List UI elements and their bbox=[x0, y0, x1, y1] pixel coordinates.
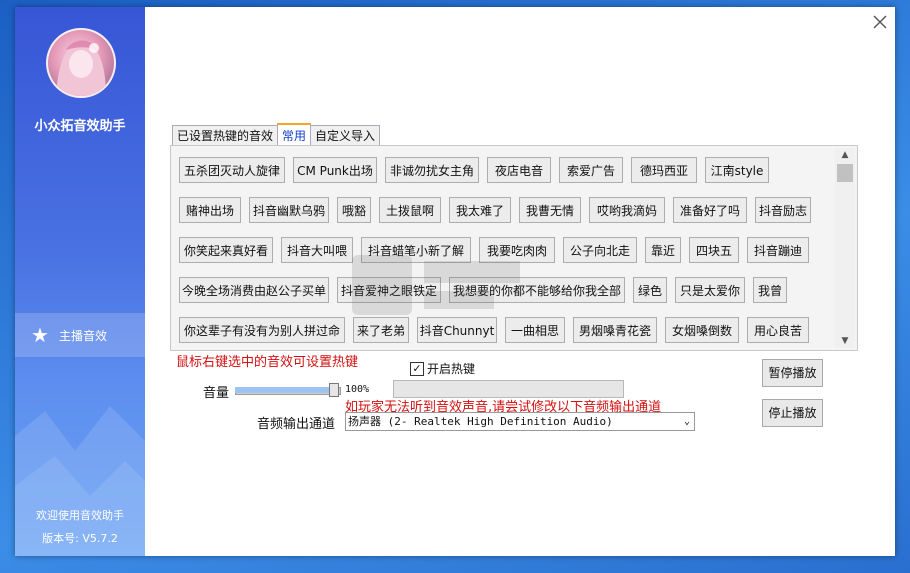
output-device-select[interactable]: 扬声器 (2- Realtek High Definition Audio) ⌄ bbox=[345, 412, 695, 431]
sound-button[interactable]: 夜店电音 bbox=[487, 157, 551, 183]
sound-button[interactable]: 抖音蜡笔小新了解 bbox=[361, 237, 471, 263]
hotkey-toggle[interactable]: ✓ 开启热键 bbox=[410, 360, 475, 377]
sound-panel: 五杀团灭动人旋律 CM Punk出场 非诚勿扰女主角 夜店电音 索爱广告 德玛西… bbox=[170, 145, 858, 351]
sound-button[interactable]: 你笑起来真好看 bbox=[179, 237, 273, 263]
tab-strip: 已设置热键的音效 常用 自定义导入 bbox=[172, 123, 381, 147]
panel-scrollbar[interactable]: ▲ ▼ bbox=[835, 148, 855, 348]
volume-label: 音量 bbox=[203, 386, 230, 401]
close-button[interactable] bbox=[871, 13, 889, 31]
scroll-up-icon[interactable]: ▲ bbox=[835, 148, 855, 162]
stop-button[interactable]: 停止播放 bbox=[762, 399, 823, 427]
sound-button[interactable]: 抖音幽默乌鸦 bbox=[249, 197, 329, 223]
sound-button[interactable]: 我要吃肉肉 bbox=[479, 237, 555, 263]
scroll-down-icon[interactable]: ▼ bbox=[835, 334, 855, 348]
volume-fill bbox=[235, 387, 329, 393]
close-icon bbox=[873, 15, 887, 29]
sound-button[interactable]: 你这辈子有没有为别人拼过命 bbox=[179, 317, 345, 343]
sound-button[interactable]: 四块五 bbox=[689, 237, 739, 263]
sound-button[interactable]: 我太难了 bbox=[449, 197, 511, 223]
sound-button[interactable]: 抖音大叫喂 bbox=[281, 237, 353, 263]
pause-button[interactable]: 暂停播放 bbox=[762, 359, 823, 387]
sound-button[interactable]: 索爱广告 bbox=[559, 157, 623, 183]
sound-button[interactable]: 绿色 bbox=[633, 277, 667, 303]
version-text: 版本号: V5.7.2 bbox=[42, 532, 118, 545]
sound-button-grid: 五杀团灭动人旋律 CM Punk出场 非诚勿扰女主角 夜店电音 索爱广告 德玛西… bbox=[179, 154, 834, 348]
sound-button[interactable]: 一曲相思 bbox=[505, 317, 565, 343]
volume-value: 100% bbox=[345, 384, 370, 395]
sidebar: 小众拓音效助手 ★ 主播音效 欢迎使用音效助手 版本号: V5.7.2 bbox=[15, 7, 145, 556]
sound-button[interactable]: 哦豁 bbox=[337, 197, 371, 223]
sound-button[interactable]: CM Punk出场 bbox=[293, 157, 377, 183]
hotkey-hint: 鼠标右键选中的音效可设置热键 bbox=[176, 355, 359, 370]
sound-button[interactable]: 只是太爱你 bbox=[675, 277, 745, 303]
chevron-down-icon: ⌄ bbox=[683, 416, 690, 427]
sound-button[interactable]: 哎哟我滴妈 bbox=[589, 197, 665, 223]
app-name: 小众拓音效助手 bbox=[34, 119, 126, 134]
sound-button[interactable]: 用心良苦 bbox=[747, 317, 809, 343]
hotkey-label: 开启热键 bbox=[427, 362, 476, 376]
star-icon: ★ bbox=[31, 323, 49, 347]
sidebar-item-anchor-sounds[interactable]: ★ 主播音效 bbox=[15, 313, 145, 357]
tab-common[interactable]: 常用 bbox=[277, 123, 312, 147]
tab-custom-import[interactable]: 自定义导入 bbox=[310, 125, 381, 146]
sound-button[interactable]: 我想要的你都不能够给你我全部 bbox=[449, 277, 625, 303]
sound-button[interactable]: 男烟嗓青花瓷 bbox=[573, 317, 657, 343]
sound-button[interactable]: 来了老弟 bbox=[353, 317, 409, 343]
sound-button[interactable]: 公子向北走 bbox=[563, 237, 637, 263]
sound-button[interactable]: 准备好了吗 bbox=[673, 197, 747, 223]
output-label: 音频输出通道 bbox=[257, 417, 336, 432]
sidebar-item-label: 主播音效 bbox=[58, 328, 107, 343]
app-window: 小众拓音效助手 ★ 主播音效 欢迎使用音效助手 版本号: V5.7.2 已设置热… bbox=[15, 7, 895, 556]
output-device-value: 扬声器 (2- Realtek High Definition Audio) bbox=[348, 415, 613, 428]
volume-thumb[interactable] bbox=[329, 383, 339, 397]
sound-button[interactable]: 我曹无情 bbox=[519, 197, 581, 223]
scroll-thumb[interactable] bbox=[837, 164, 853, 182]
sound-button[interactable]: 德玛西亚 bbox=[631, 157, 697, 183]
avatar bbox=[46, 28, 116, 98]
sound-button[interactable]: 赌神出场 bbox=[179, 197, 241, 223]
sound-button[interactable]: 我曾 bbox=[753, 277, 787, 303]
hotkey-checkbox[interactable]: ✓ bbox=[410, 361, 424, 376]
sound-button[interactable]: 非诚勿扰女主角 bbox=[385, 157, 479, 183]
sound-button[interactable]: 江南style bbox=[705, 157, 769, 183]
sound-button[interactable]: 抖音爱神之眼铁定 bbox=[337, 277, 441, 303]
sound-button[interactable]: 五杀团灭动人旋律 bbox=[179, 157, 285, 183]
sound-button[interactable]: 土拨鼠啊 bbox=[379, 197, 441, 223]
volume-slider[interactable] bbox=[235, 383, 341, 397]
welcome-text: 欢迎使用音效助手 bbox=[36, 509, 124, 522]
tab-hotkey-sounds[interactable]: 已设置热键的音效 bbox=[172, 125, 279, 146]
sound-button[interactable]: 女烟嗓倒数 bbox=[665, 317, 739, 343]
sound-button[interactable]: 抖音Chunnyt bbox=[417, 317, 497, 343]
sound-button[interactable]: 今晚全场消费由赵公子买单 bbox=[179, 277, 329, 303]
mountains-decoration bbox=[15, 406, 145, 556]
sound-button[interactable]: 抖音蹦迪 bbox=[747, 237, 809, 263]
sound-button[interactable]: 抖音励志 bbox=[755, 197, 811, 223]
sound-button[interactable]: 靠近 bbox=[645, 237, 681, 263]
